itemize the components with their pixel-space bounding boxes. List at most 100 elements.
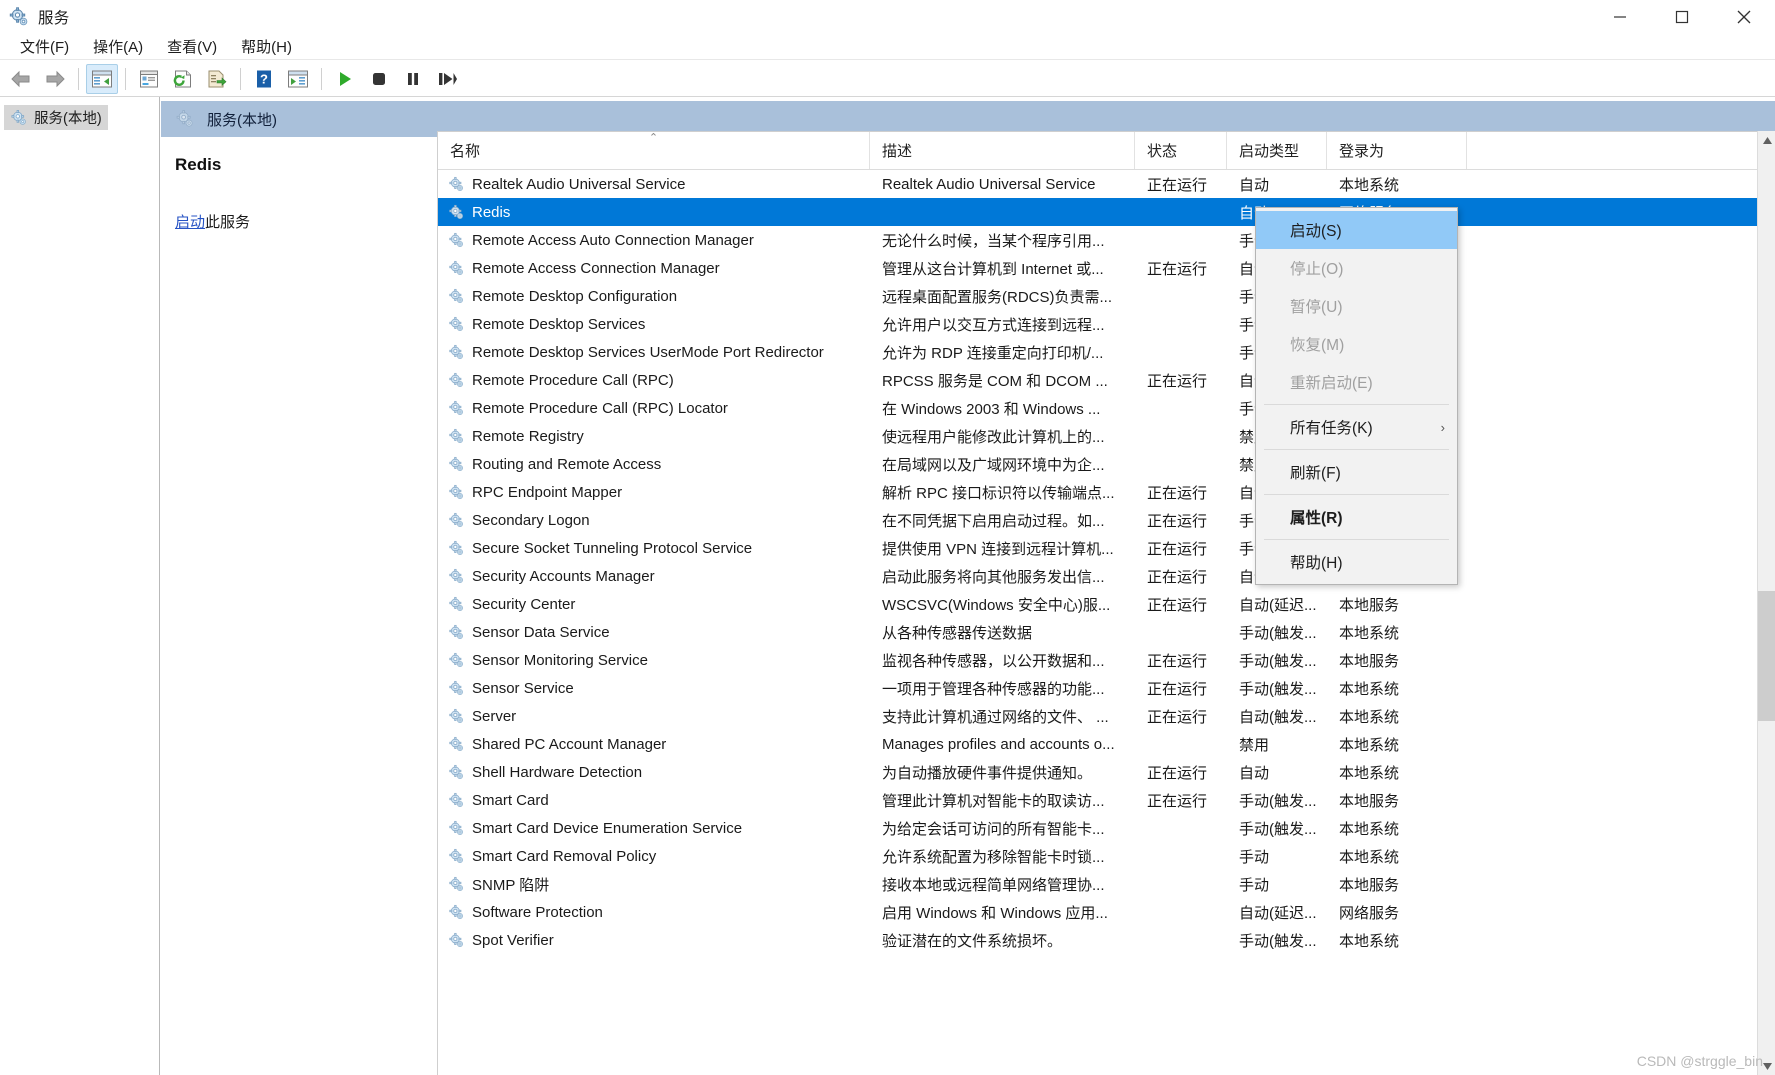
- cell-description: Manages profiles and accounts o...: [870, 736, 1135, 753]
- table-row[interactable]: Sensor Data Service 从各种传感器传送数据 手动(触发... 本地系…: [438, 618, 1775, 646]
- maximize-button[interactable]: [1651, 0, 1713, 34]
- menu-file[interactable]: 文件(F): [8, 34, 81, 59]
- service-description: WSCSVC(Windows 安全中心)服...: [882, 596, 1111, 614]
- table-row[interactable]: Spot Verifier 验证潜在的文件系统损坏。 手动(触发... 本地系统: [438, 926, 1775, 954]
- table-row[interactable]: Server 支持此计算机通过网络的文件、 ... 正在运行 自动(触发... 本地系统: [438, 702, 1775, 730]
- context-menu-item[interactable]: 属性(R): [1256, 498, 1457, 536]
- cell-startup-type: 手动(触发...: [1227, 650, 1327, 671]
- table-row[interactable]: Remote Desktop Configuration 远程桌面配置服务(RDC…: [438, 282, 1775, 310]
- stop-service-icon[interactable]: [363, 64, 395, 94]
- column-header-start[interactable]: 启动类型: [1227, 132, 1327, 169]
- service-description: 远程桌面配置服务(RDCS)负责需...: [882, 288, 1112, 306]
- service-gear-icon: [448, 792, 465, 809]
- scrollbar-thumb[interactable]: [1758, 591, 1775, 721]
- services-list: ⌃ 名称 描述 状态 启动类型 登录为 Realtek Audio Universal S…: [437, 131, 1775, 1075]
- table-row[interactable]: Software Protection 启用 Windows 和 Windows …: [438, 898, 1775, 926]
- table-row[interactable]: Redis自动网络服务: [438, 198, 1775, 226]
- table-row[interactable]: Remote Desktop Services 允许用户以交互方式连接到远程...…: [438, 310, 1775, 338]
- table-row[interactable]: Sensor Monitoring Service 监视各种传感器，以公开数据和.…: [438, 646, 1775, 674]
- menu-help[interactable]: 帮助(H): [229, 34, 304, 59]
- cell-description: 一项用于管理各种传感器的功能...: [870, 678, 1135, 699]
- column-header-desc[interactable]: 描述: [870, 132, 1135, 169]
- table-row[interactable]: Remote Procedure Call (RPC) Locator 在 Win…: [438, 394, 1775, 422]
- service-name: Remote Registry: [472, 427, 584, 445]
- cell-logon-as: 本地系统: [1327, 622, 1467, 643]
- table-row[interactable]: Remote Procedure Call (RPC) RPCSS 服务是 COM…: [438, 366, 1775, 394]
- scroll-up-arrow[interactable]: [1758, 131, 1775, 149]
- service-logon-as: 网络服务: [1339, 904, 1400, 922]
- table-row[interactable]: Smart Card Device Enumeration Service 为给定…: [438, 814, 1775, 842]
- context-menu-item[interactable]: 所有任务(K) ›: [1256, 408, 1457, 446]
- properties-icon[interactable]: [133, 64, 165, 94]
- services-window: 服务 文件(F) 操作(A) 查看(V) 帮助(H) ? 服务(本地) 服务(本…: [0, 0, 1775, 1075]
- table-row[interactable]: Remote Desktop Services UserMode Port Re…: [438, 338, 1775, 366]
- table-row[interactable]: Shared PC Account Manager Manages profile…: [438, 730, 1775, 758]
- cell-description: 启用 Windows 和 Windows 应用...: [870, 902, 1135, 923]
- context-menu-item[interactable]: 帮助(H): [1256, 543, 1457, 581]
- toolbar-separator-4: [321, 67, 322, 90]
- menu-action[interactable]: 操作(A): [81, 34, 155, 59]
- body-area: 服务(本地) 服务(本地) Redis 启动此服务 ⌃ 名称 描述 状态 启动类…: [0, 97, 1775, 1075]
- table-row[interactable]: Secure Socket Tunneling Protocol Service…: [438, 534, 1775, 562]
- table-row[interactable]: Security Accounts Manager 启动此服务将向其他服务发出信.…: [438, 562, 1775, 590]
- service-name: Shell Hardware Detection: [472, 763, 643, 781]
- start-service-link[interactable]: 启动: [175, 214, 205, 231]
- table-row[interactable]: SNMP 陷阱 接收本地或远程简单网络管理协... 手动 本地服务: [438, 870, 1775, 898]
- table-row[interactable]: Shell Hardware Detection 为自动播放硬件事件提供通知。 正在…: [438, 758, 1775, 786]
- column-header-logon[interactable]: 登录为: [1327, 132, 1467, 169]
- cell-name: Remote Access Connection Manager: [438, 260, 870, 277]
- cell-state: 正在运行: [1135, 566, 1227, 587]
- back-icon[interactable]: [5, 64, 37, 94]
- service-gear-icon: [448, 596, 465, 613]
- show-action-pane-icon[interactable]: [282, 64, 314, 94]
- close-button[interactable]: [1713, 0, 1775, 34]
- start-service-icon[interactable]: [329, 64, 361, 94]
- context-menu-item[interactable]: 刷新(F): [1256, 453, 1457, 491]
- cell-description: 管理此计算机对智能卡的取读访...: [870, 790, 1135, 811]
- cell-state: 正在运行: [1135, 538, 1227, 559]
- table-row[interactable]: Remote Registry使远程用户能修改此计算机上的...禁用本地服务: [438, 422, 1775, 450]
- pause-service-icon[interactable]: [397, 64, 429, 94]
- table-row[interactable]: Remote Access Auto Connection Manager 无论什…: [438, 226, 1775, 254]
- table-row[interactable]: Smart Card 管理此计算机对智能卡的取读访... 正在运行 手动(触发... 本…: [438, 786, 1775, 814]
- service-description: 解析 RPC 接口标识符以传输端点...: [882, 484, 1115, 502]
- table-row[interactable]: Secondary Logon在不同凭据下启用启动过程。如...正在运行手动本地…: [438, 506, 1775, 534]
- cell-logon-as: 本地服务: [1327, 594, 1467, 615]
- service-gear-icon: [448, 540, 465, 557]
- cell-description: 允许用户以交互方式连接到远程...: [870, 314, 1135, 335]
- table-row[interactable]: RPC Endpoint Mapper 解析 RPC 接口标识符以传输端点... 正…: [438, 478, 1775, 506]
- minimize-button[interactable]: [1589, 0, 1651, 34]
- window-title: 服务: [38, 10, 70, 27]
- help-icon[interactable]: ?: [248, 64, 280, 94]
- show-hide-tree-icon[interactable]: [86, 63, 118, 94]
- cell-logon-as: 本地系统: [1327, 734, 1467, 755]
- cell-name: Remote Procedure Call (RPC) Locator: [438, 400, 870, 417]
- service-name: Remote Procedure Call (RPC): [472, 371, 674, 389]
- refresh-icon[interactable]: [167, 64, 199, 94]
- table-row[interactable]: Security Center WSCSVC(Windows 安全中心)服... 正…: [438, 590, 1775, 618]
- column-header-name[interactable]: ⌃ 名称: [438, 132, 870, 169]
- cell-description: 为给定会话可访问的所有智能卡...: [870, 818, 1135, 839]
- service-description: 允许系统配置为移除智能卡时锁...: [882, 848, 1105, 866]
- service-state: 正在运行: [1147, 260, 1208, 278]
- service-logon-as: 本地系统: [1339, 820, 1400, 838]
- table-row[interactable]: Remote Access Connection Manager 管理从这台计算机…: [438, 254, 1775, 282]
- service-gear-icon: [448, 624, 465, 641]
- cell-name: Routing and Remote Access: [438, 456, 870, 473]
- export-list-icon[interactable]: [201, 64, 233, 94]
- service-logon-as: 本地服务: [1339, 652, 1400, 670]
- table-row[interactable]: Realtek Audio Universal Service Realtek A…: [438, 170, 1775, 198]
- cell-description: 在不同凭据下启用启动过程。如...: [870, 510, 1135, 531]
- table-row[interactable]: Smart Card Removal Policy 允许系统配置为移除智能卡时锁.…: [438, 842, 1775, 870]
- table-row[interactable]: Routing and Remote Access 在局域网以及广域网环境中为企.…: [438, 450, 1775, 478]
- menu-view[interactable]: 查看(V): [155, 34, 229, 59]
- vertical-scrollbar[interactable]: [1757, 131, 1775, 1075]
- table-row[interactable]: Sensor Service 一项用于管理各种传感器的功能... 正在运行 手动(触发…: [438, 674, 1775, 702]
- restart-service-icon[interactable]: [431, 64, 463, 94]
- service-description: 启用 Windows 和 Windows 应用...: [882, 904, 1108, 922]
- tree-node-services-local[interactable]: 服务(本地): [4, 105, 108, 130]
- cell-description: 验证潜在的文件系统损坏。: [870, 930, 1135, 951]
- column-header-state[interactable]: 状态: [1135, 132, 1227, 169]
- context-menu-item[interactable]: 启动(S): [1256, 211, 1457, 249]
- forward-icon[interactable]: [39, 64, 71, 94]
